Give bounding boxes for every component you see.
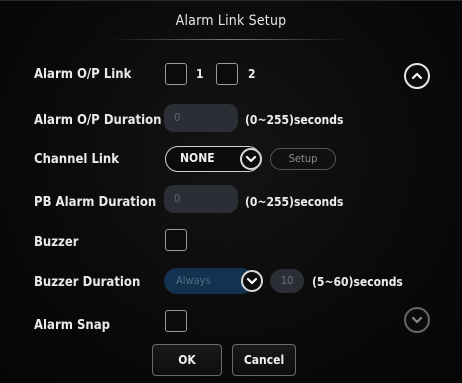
buzzer-duration-input[interactable]: 10 bbox=[270, 269, 304, 293]
channel-link-label: Channel Link bbox=[34, 152, 120, 167]
scroll-down-button[interactable] bbox=[404, 307, 430, 333]
alarm-link-setup-dialog: Alarm Link Setup Alarm O/P Link 1 2 Alar… bbox=[0, 0, 462, 383]
dialog-title: Alarm Link Setup bbox=[175, 13, 287, 29]
scroll-up-button[interactable] bbox=[404, 63, 430, 89]
chevron-down-icon bbox=[411, 316, 423, 324]
channel-link-value: NONE bbox=[180, 151, 215, 165]
alarm-op-link-2-label: 2 bbox=[248, 67, 256, 81]
buzzer-checkbox[interactable] bbox=[165, 229, 187, 251]
alarm-op-duration-unit: (0~255)seconds bbox=[245, 113, 344, 127]
alarm-op-duration-input[interactable]: 0 bbox=[164, 104, 238, 132]
alarm-op-link-label: Alarm O/P Link bbox=[34, 67, 132, 82]
cancel-button[interactable]: Cancel bbox=[232, 344, 296, 376]
buzzer-duration-dropdown-button[interactable] bbox=[241, 270, 263, 292]
buzzer-label: Buzzer bbox=[34, 235, 79, 250]
chevron-down-icon bbox=[246, 277, 258, 285]
alarm-snap-checkbox[interactable] bbox=[165, 310, 187, 332]
pb-alarm-duration-input[interactable]: 0 bbox=[164, 185, 238, 213]
buzzer-duration-mode-value: Always bbox=[176, 274, 211, 287]
alarm-op-link-2-checkbox[interactable] bbox=[216, 63, 238, 85]
alarm-op-duration-label: Alarm O/P Duration bbox=[34, 113, 162, 128]
buzzer-duration-label: Buzzer Duration bbox=[34, 275, 141, 290]
alarm-snap-label: Alarm Snap bbox=[34, 318, 110, 333]
setup-button[interactable]: Setup bbox=[270, 148, 336, 170]
title-divider bbox=[110, 39, 350, 40]
chevron-up-icon bbox=[411, 72, 423, 80]
channel-link-dropdown-button[interactable] bbox=[240, 148, 262, 170]
pb-alarm-duration-unit: (0~255)seconds bbox=[245, 195, 344, 209]
pb-alarm-duration-label: PB Alarm Duration bbox=[34, 195, 157, 210]
alarm-op-link-1-label: 1 bbox=[196, 67, 204, 81]
buzzer-duration-unit: (5~60)seconds bbox=[312, 275, 403, 289]
chevron-down-icon bbox=[245, 155, 257, 163]
alarm-op-link-1-checkbox[interactable] bbox=[165, 63, 187, 85]
ok-button[interactable]: OK bbox=[152, 344, 222, 376]
